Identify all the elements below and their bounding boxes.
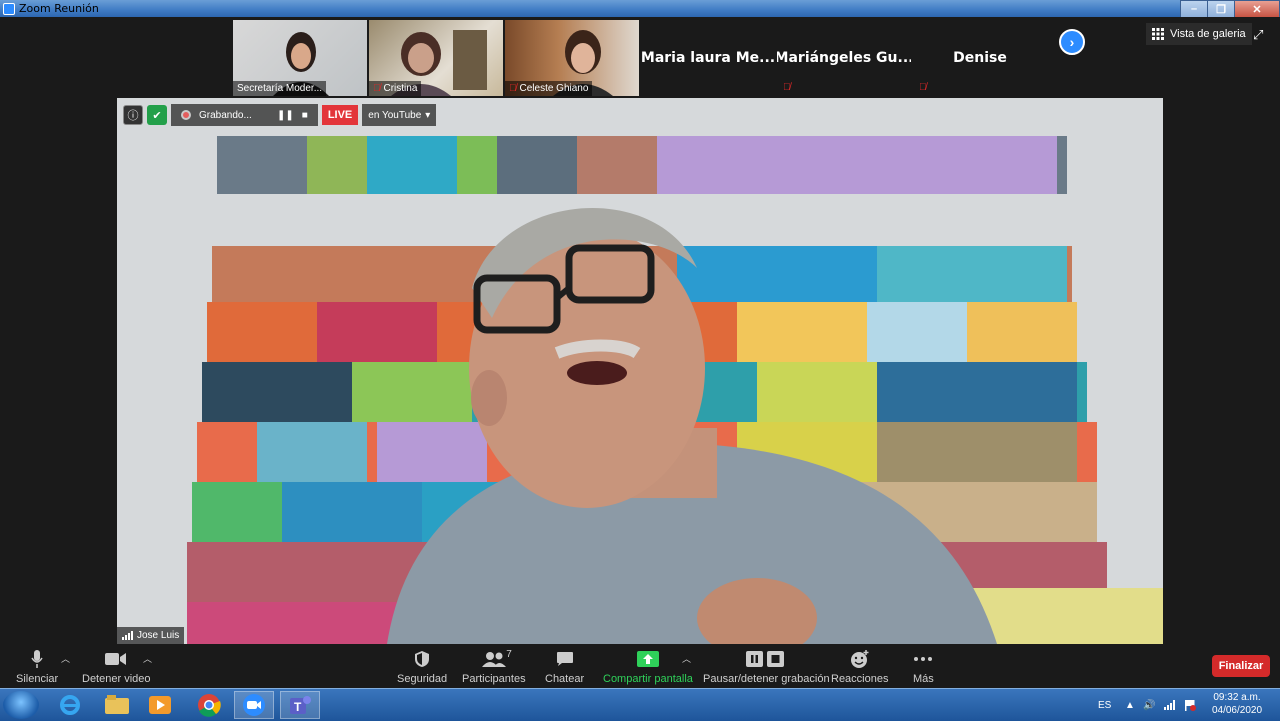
participant-tile[interactable]: Maria laura Me...: [641, 20, 775, 96]
chevron-right-icon: ›: [1069, 34, 1075, 50]
participant-name: Mariángeles Gu...: [777, 50, 911, 66]
participant-tile[interactable]: Mariángeles Gu... 🎙̸: [777, 20, 911, 96]
tray-expand-icon[interactable]: ▲: [1125, 689, 1135, 721]
media-player-icon[interactable]: [140, 691, 180, 719]
recording-status-bar: ⓘ ✔ Grabando... ❚❚ ■ LIVE en YouTube ▾: [123, 104, 437, 126]
share-screen-button[interactable]: Compartir pantalla: [603, 648, 693, 685]
chat-icon: [556, 652, 573, 666]
participants-icon: [481, 652, 506, 667]
microphone-icon: [31, 650, 43, 668]
internet-explorer-icon[interactable]: [50, 691, 90, 719]
audio-options-caret[interactable]: ︿: [61, 652, 70, 665]
participant-tile[interactable]: Denise 🎙̸: [913, 20, 1047, 96]
participant-tile[interactable]: 🎙̸ Cristina: [369, 20, 503, 96]
mic-muted-icon: 🎙̸: [509, 83, 517, 94]
zoom-icon[interactable]: [234, 691, 274, 719]
video-options-caret[interactable]: ︿: [143, 652, 152, 665]
language-indicator[interactable]: ES: [1098, 689, 1111, 721]
gallery-view-button[interactable]: Vista de galeria: [1146, 23, 1252, 45]
window-title: Zoom Reunión: [19, 2, 99, 15]
participant-tile[interactable]: Secretaría Moder...: [233, 20, 367, 96]
shield-icon: [415, 651, 430, 667]
mic-muted-icon: 🎙̸: [783, 82, 791, 93]
fullscreen-icon[interactable]: ⤢: [1253, 27, 1263, 43]
recording-indicator: Grabando... ❚❚ ■: [171, 104, 318, 126]
windows-start-icon[interactable]: [3, 691, 39, 719]
maximize-button[interactable]: ❐: [1207, 0, 1235, 18]
mic-muted-icon: 🎙̸: [919, 82, 927, 93]
security-button[interactable]: Seguridad: [397, 648, 447, 685]
participant-name-label: Secretaría Moder...: [233, 81, 327, 96]
grid-icon: [1152, 28, 1164, 40]
window-controls: – ❐ ✕: [1180, 0, 1280, 18]
stop-recording-button[interactable]: ■: [302, 110, 308, 121]
smiley-plus-icon: [850, 650, 869, 668]
mute-button[interactable]: Silenciar: [16, 648, 58, 685]
mic-muted-icon: 🎙̸: [373, 83, 381, 94]
participant-count: 7: [506, 649, 512, 660]
live-stream-menu[interactable]: en YouTube ▾: [362, 104, 437, 126]
close-button[interactable]: ✕: [1234, 0, 1280, 18]
file-explorer-icon[interactable]: [97, 691, 137, 719]
system-clock[interactable]: 09:32 a.m. 04/06/2020: [1206, 691, 1268, 717]
stop-video-button[interactable]: Detener video: [82, 648, 151, 685]
minimize-button[interactable]: –: [1180, 0, 1208, 18]
speaker-name-label: Jose Luis: [117, 627, 185, 644]
participant-name: Denise: [953, 50, 1007, 66]
volume-icon[interactable]: 🔊: [1143, 689, 1155, 721]
windows-taskbar: T ES ▲ 🔊 09:32 a.m. 04/06/2020: [0, 688, 1280, 721]
participant-name-label: 🎙̸ Celeste Ghiano: [505, 81, 593, 96]
reactions-button[interactable]: Reacciones: [831, 648, 888, 685]
participants-button[interactable]: 7 Participantes: [462, 648, 526, 685]
svg-text:T: T: [294, 700, 302, 714]
recording-controls-button[interactable]: Pausar/detener grabación: [703, 648, 830, 685]
pause-stop-icon: [746, 651, 785, 667]
next-page-button[interactable]: ›: [1059, 29, 1085, 55]
caret-down-icon: ▾: [425, 109, 431, 121]
video-camera-icon: [105, 653, 127, 665]
action-center-flag-icon[interactable]: [1184, 689, 1196, 721]
security-shield-icon[interactable]: ✔: [147, 105, 167, 125]
meeting-info-icon[interactable]: ⓘ: [123, 105, 143, 125]
participant-strip: Secretaría Moder... 🎙̸ Cristina 🎙̸ Celeste…: [0, 17, 1280, 99]
more-button[interactable]: Más: [913, 648, 934, 685]
participant-name: Maria laura Me...: [641, 50, 775, 66]
ellipsis-icon: [914, 657, 933, 661]
live-badge: LIVE: [321, 105, 359, 125]
speaker-video-feed: [117, 98, 1163, 644]
chrome-icon[interactable]: [189, 691, 229, 719]
share-screen-icon: [636, 651, 659, 667]
participant-name-label: 🎙̸ Cristina: [369, 81, 422, 96]
pause-recording-button[interactable]: ❚❚: [277, 110, 294, 121]
participant-tile[interactable]: 🎙̸ Celeste Ghiano: [505, 20, 639, 96]
network-icon[interactable]: [1164, 689, 1176, 721]
zoom-app-icon: [3, 2, 15, 15]
record-dot-icon: [181, 110, 191, 120]
signal-bars-icon: [122, 631, 133, 640]
chat-button[interactable]: Chatear: [545, 648, 584, 685]
main-speaker-video: [117, 98, 1163, 644]
share-options-caret[interactable]: ︿: [682, 652, 691, 665]
meeting-toolbar: Silenciar ︿ Detener video ︿ Seguridad 7 …: [0, 644, 1280, 688]
end-meeting-button[interactable]: Finalizar: [1212, 655, 1270, 677]
teams-icon[interactable]: T: [280, 691, 320, 719]
window-title-bar: Zoom Reunión – ❐ ✕: [0, 0, 1280, 18]
